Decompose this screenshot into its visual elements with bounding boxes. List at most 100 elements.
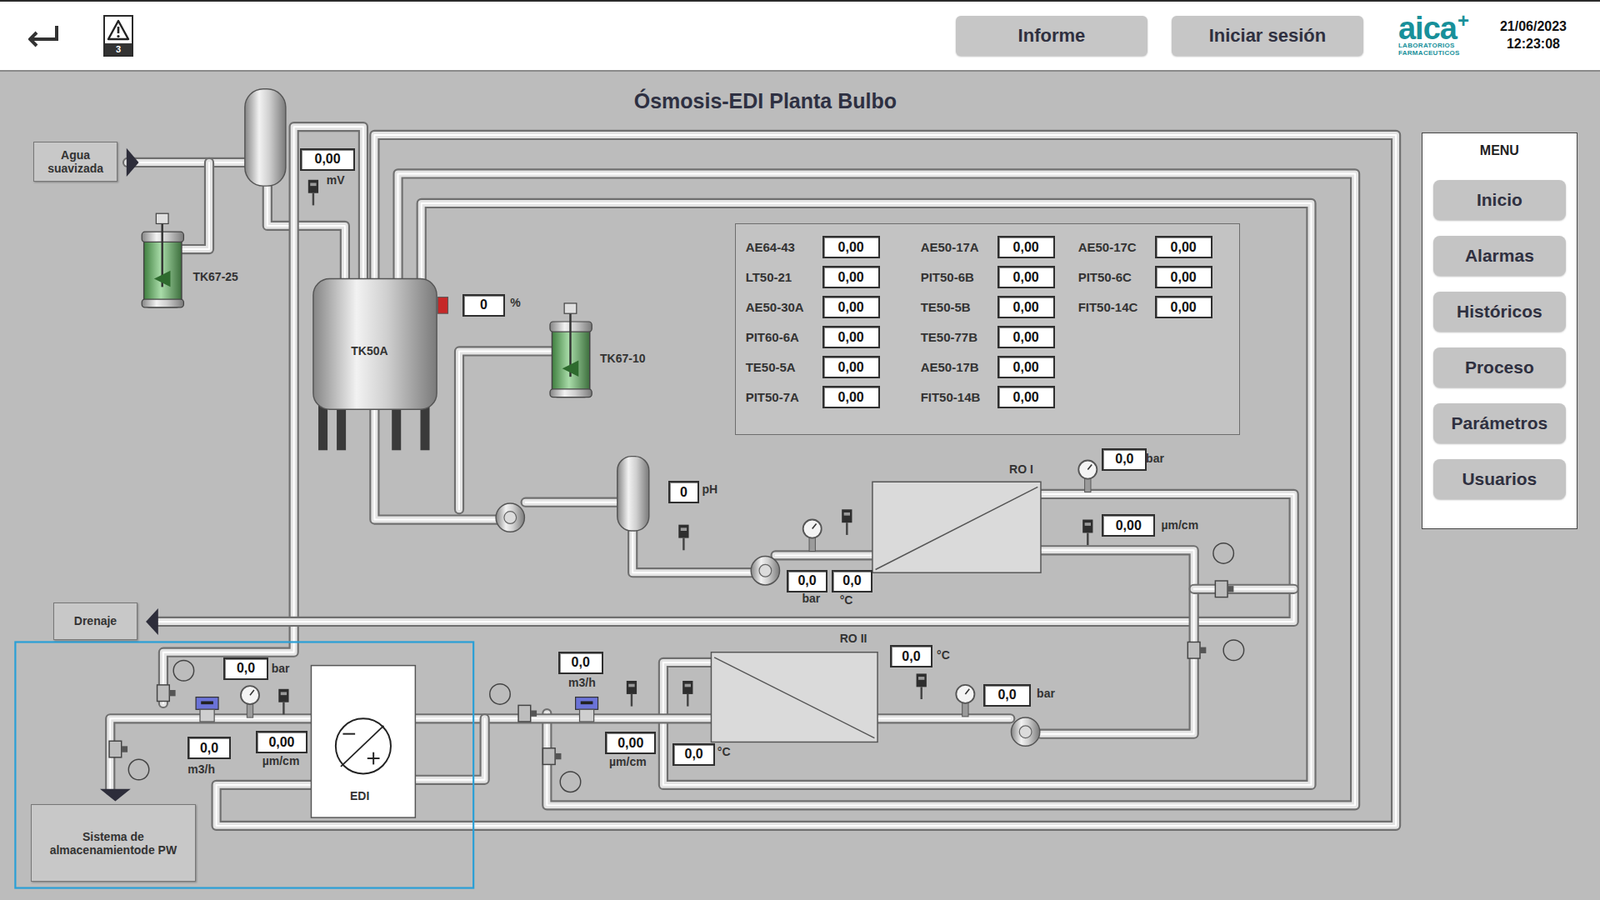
pump-icon <box>1010 717 1040 746</box>
ro-membrane-icon <box>872 481 1041 573</box>
sensor-icon <box>841 509 852 535</box>
reading-value: 0,00 <box>1101 514 1155 537</box>
pressure-gauge-icon <box>803 520 822 552</box>
pressure-gauge-icon <box>955 685 975 717</box>
date: 21/06/2023 <box>1500 18 1567 36</box>
tag-value: 0,00 <box>997 355 1055 379</box>
tag-value: 0,00 <box>1155 295 1213 319</box>
menu-button[interactable]: Alarmas <box>1433 235 1566 276</box>
logo-subtitle: FARMACEUTICOS <box>1398 50 1460 58</box>
logo-word: aica+ <box>1398 14 1469 43</box>
tag-label: PIT50-6B <box>920 270 998 285</box>
tag-row: AE50-17B0,00 <box>920 355 1079 379</box>
pipe <box>775 555 873 556</box>
valve-status-icon <box>128 759 149 780</box>
reading-value: 0,0 <box>223 657 269 680</box>
company-logo: aica+LABORATORIOSFARMACEUTICOS <box>1398 14 1469 58</box>
reading-value: 0,0 <box>672 743 715 766</box>
tag-row: AE50-30A0,00 <box>745 295 921 319</box>
reading-value: 0,0 <box>558 651 604 675</box>
flow-meter-icon <box>195 697 219 722</box>
filter-vessel-icon <box>617 456 650 531</box>
reading-unit: °C <box>936 648 950 662</box>
tag-label: TE50-5A <box>745 360 823 375</box>
reading-value: 0,00 <box>300 148 355 171</box>
tag-value: 0,00 <box>822 355 880 379</box>
alarm-count: 3 <box>105 43 132 55</box>
reading-value: 0,00 <box>255 730 307 754</box>
tag-label: PIT60-6A <box>745 330 823 345</box>
menu-button[interactable]: Proceso <box>1433 347 1566 388</box>
tag-row: LT50-210,00 <box>745 265 921 289</box>
ro-membrane-icon <box>710 652 878 743</box>
menu-button[interactable]: Parámetros <box>1433 403 1566 444</box>
pipe <box>1040 550 1195 734</box>
tag-column: AE50-17A0,00PIT50-6B0,00TE50-5B0,00TE50-… <box>920 235 1079 434</box>
tag-label: PIT50-6C <box>1078 270 1155 285</box>
tag-label: LT50-21 <box>745 270 823 285</box>
valve-status-icon <box>1223 640 1244 660</box>
process-canvas: Ósmosis-EDI Planta BulboAgua suavizadaDr… <box>0 71 1600 900</box>
alarm-indicator[interactable]: 3 <box>103 15 134 57</box>
tag-row: PIT50-6C0,00 <box>1078 265 1229 289</box>
reading-unit: bar <box>801 591 820 605</box>
valve-icon <box>157 685 176 702</box>
reading-value: 0,0 <box>1101 448 1147 471</box>
flow-meter-icon <box>575 697 599 722</box>
outlet-arrow-icon <box>100 789 131 802</box>
reading-unit: bar <box>1145 451 1165 465</box>
dosing-tank-icon <box>141 213 184 308</box>
reading-value: 0,0 <box>983 684 1030 707</box>
header-buttons: Informe Iniciar sesión <box>955 15 1364 56</box>
tag-label: TE50-5B <box>920 300 998 315</box>
sensor-icon <box>678 525 689 551</box>
edi-unit-icon <box>310 665 415 818</box>
tag-value: 0,00 <box>1155 235 1213 259</box>
tag-row: PIT50-6B0,00 <box>920 265 1079 289</box>
pipe <box>877 718 1010 720</box>
menu-button[interactable]: Históricos <box>1433 291 1566 332</box>
reading-value: 0,0 <box>890 645 933 668</box>
time: 12:23:08 <box>1500 35 1567 54</box>
piping-diagram <box>0 71 1600 900</box>
tag-row: AE50-17A0,00 <box>920 235 1079 259</box>
selection-frame <box>15 641 474 888</box>
tag-row: AE50-17C0,00 <box>1078 235 1229 259</box>
terminal-label: Sistema de almacenamientode PW <box>30 804 196 882</box>
reading-unit: bar <box>271 661 290 675</box>
reading-value: 0,0 <box>831 570 873 593</box>
header-button[interactable]: Iniciar sesión <box>1171 15 1364 56</box>
separator-vessel-icon <box>245 89 286 186</box>
tag-label: AE50-30A <box>745 300 823 315</box>
pipe <box>632 530 755 573</box>
tag-value: 0,00 <box>822 235 880 259</box>
reading-unit: µm/cm <box>1160 518 1199 532</box>
tag-value: 0,00 <box>997 325 1055 349</box>
tag-value: 0,00 <box>1155 265 1213 289</box>
menu-button[interactable]: Usuarios <box>1433 459 1566 500</box>
warning-icon <box>106 18 130 42</box>
tag-row: AE64-430,00 <box>745 235 921 259</box>
logo-subtitle: LABORATORIOS <box>1398 42 1455 50</box>
reading-unit: pH <box>701 482 718 496</box>
logo-mark: + <box>1457 14 1469 29</box>
screen-title: Ósmosis-EDI Planta Bulbo <box>530 89 1000 114</box>
pipe <box>459 350 551 510</box>
back-button[interactable] <box>28 20 62 51</box>
reading-unit: µm/cm <box>609 755 647 769</box>
alarm-icon-area <box>105 16 132 44</box>
menu-button[interactable]: Inicio <box>1433 180 1566 220</box>
header-button[interactable]: Informe <box>955 15 1148 56</box>
dosing-tank-icon <box>550 303 592 398</box>
sensor-icon <box>916 673 927 700</box>
inlet-arrow-icon <box>126 148 140 177</box>
sensor-icon <box>682 680 693 707</box>
back-arrow-icon <box>28 20 62 51</box>
tag-value: 0,00 <box>822 295 880 319</box>
equipment-label: TK67-25 <box>192 270 238 284</box>
valve-status-icon <box>560 771 580 792</box>
tag-value: 0,00 <box>997 265 1055 289</box>
tag-label: PIT50-7A <box>745 390 823 405</box>
pipe <box>181 162 210 250</box>
reading-value: 0 <box>668 480 700 504</box>
